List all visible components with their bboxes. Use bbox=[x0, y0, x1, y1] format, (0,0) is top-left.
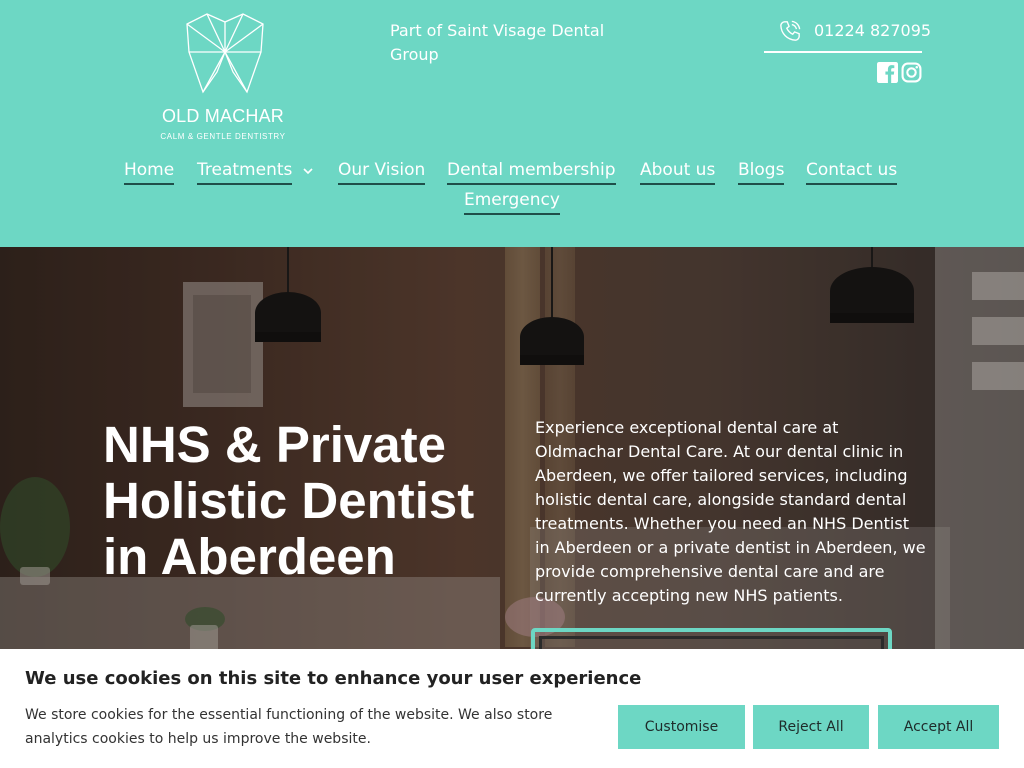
nav-blogs[interactable]: Blogs bbox=[738, 159, 785, 185]
instagram-icon[interactable] bbox=[901, 62, 922, 83]
hero-description: Experience exceptional dental care at Ol… bbox=[535, 418, 926, 605]
phone-icon bbox=[780, 20, 801, 41]
cookie-title: We use cookies on this site to enhance y… bbox=[25, 668, 642, 689]
cookie-banner: We use cookies on this site to enhance y… bbox=[0, 649, 1024, 768]
logo-name: OLD MACHAR bbox=[161, 106, 284, 126]
facebook-icon[interactable] bbox=[877, 62, 898, 83]
nav-about-us[interactable]: About us bbox=[640, 159, 716, 185]
logo[interactable]: OLD MACHAR CALM & GENTLE DENTISTRY bbox=[155, 10, 295, 145]
nav-dental-membership[interactable]: Dental membership bbox=[447, 159, 616, 185]
nav-emergency[interactable]: Emergency bbox=[464, 189, 560, 215]
phone-number: 01224 827095 bbox=[814, 21, 932, 40]
nav-contact-us[interactable]: Contact us bbox=[806, 159, 898, 185]
nav-our-vision[interactable]: Our Vision bbox=[338, 159, 426, 185]
phone-link[interactable]: 01224 827095 bbox=[764, 15, 931, 53]
customise-button[interactable]: Customise bbox=[618, 705, 745, 749]
group-affiliation: Part of Saint Visage Dental Group bbox=[390, 21, 605, 64]
reject-all-button[interactable]: Reject All bbox=[753, 705, 869, 749]
nav-home[interactable]: Home bbox=[124, 159, 175, 185]
chevron-down-icon[interactable] bbox=[302, 165, 314, 177]
cookie-text: We store cookies for the essential funct… bbox=[25, 707, 553, 747]
nav-treatments[interactable]: Treatments bbox=[197, 159, 293, 185]
accept-all-button[interactable]: Accept All bbox=[878, 705, 999, 749]
tooth-logo-icon bbox=[186, 13, 264, 94]
logo-tagline: CALM & GENTLE DENTISTRY bbox=[160, 132, 286, 141]
hero-title: NHS & Private Holistic Dentist in Aberde… bbox=[103, 416, 475, 585]
site-header: OLD MACHAR CALM & GENTLE DENTISTRY Part … bbox=[0, 0, 1024, 247]
